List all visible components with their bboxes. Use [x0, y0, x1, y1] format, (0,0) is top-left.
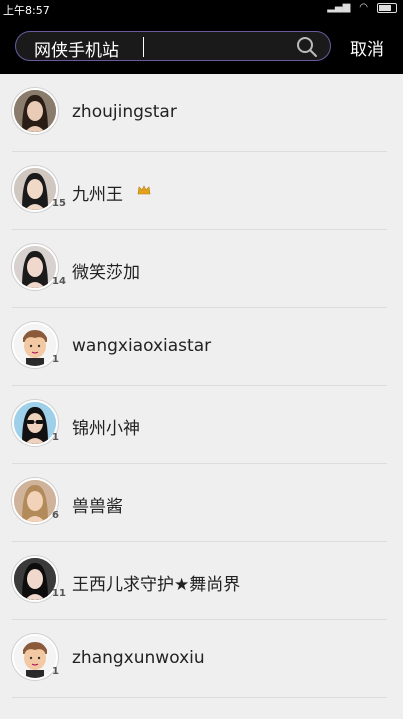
status-bar: 上午8:57 ▂▄▆ ◠ — [0, 0, 403, 18]
user-row[interactable]: zhoujingstar — [0, 74, 403, 152]
battery-icon — [377, 2, 397, 13]
user-row[interactable]: 1 锦州小神 — [0, 386, 403, 464]
search-query: 网侠手机站 — [34, 41, 119, 61]
level-badge: 11 — [52, 588, 66, 599]
user-name: 王西儿求守护★舞尚界 — [72, 575, 241, 595]
wifi-icon: ◠ — [359, 2, 368, 13]
user-row[interactable]: 11 王西儿求守护★舞尚界 — [0, 542, 403, 620]
level-badge: 1 — [52, 432, 59, 443]
level-badge: 1 — [52, 666, 59, 677]
user-name: 九州王 — [72, 185, 123, 205]
user-name: 微笑莎加 — [72, 263, 140, 283]
crown-icon — [137, 185, 151, 195]
search-icon[interactable] — [296, 36, 318, 58]
status-icons: ▂▄▆ ◠ — [327, 2, 397, 13]
user-name: 锦州小神 — [72, 419, 140, 439]
level-badge: 14 — [52, 276, 66, 287]
user-name: zhoujingstar — [72, 102, 177, 122]
user-row[interactable]: 1 wangxiaoxiastar — [0, 308, 403, 386]
text-cursor — [143, 37, 144, 57]
signal-icon: ▂▄▆ — [327, 2, 351, 13]
search-header: 网侠手机站 — [0, 18, 403, 74]
user-name: 兽兽酱 — [72, 497, 123, 517]
user-row[interactable]: 14 微笑莎加 — [0, 230, 403, 308]
user-row[interactable]: 1 zhangxunwoxiu — [0, 620, 403, 698]
cancel-button[interactable]: 取消 — [350, 35, 384, 60]
user-row[interactable]: 15 九州王 — [0, 152, 403, 230]
user-name: zhangxunwoxiu — [72, 648, 205, 668]
user-row[interactable]: 6 兽兽酱 — [0, 464, 403, 542]
level-badge: 6 — [52, 510, 59, 521]
user-list: zhoujingstar 15 九州王 14 微笑莎加 1 wangxiaoxiastar 1… — [0, 74, 403, 698]
level-badge: 15 — [52, 198, 66, 209]
avatar[interactable] — [12, 88, 58, 134]
status-time: 上午8:57 — [3, 4, 50, 17]
level-badge: 1 — [52, 354, 59, 365]
row-divider — [12, 697, 387, 698]
search-input[interactable]: 网侠手机站 — [15, 31, 331, 61]
user-name: wangxiaoxiastar — [72, 336, 212, 356]
